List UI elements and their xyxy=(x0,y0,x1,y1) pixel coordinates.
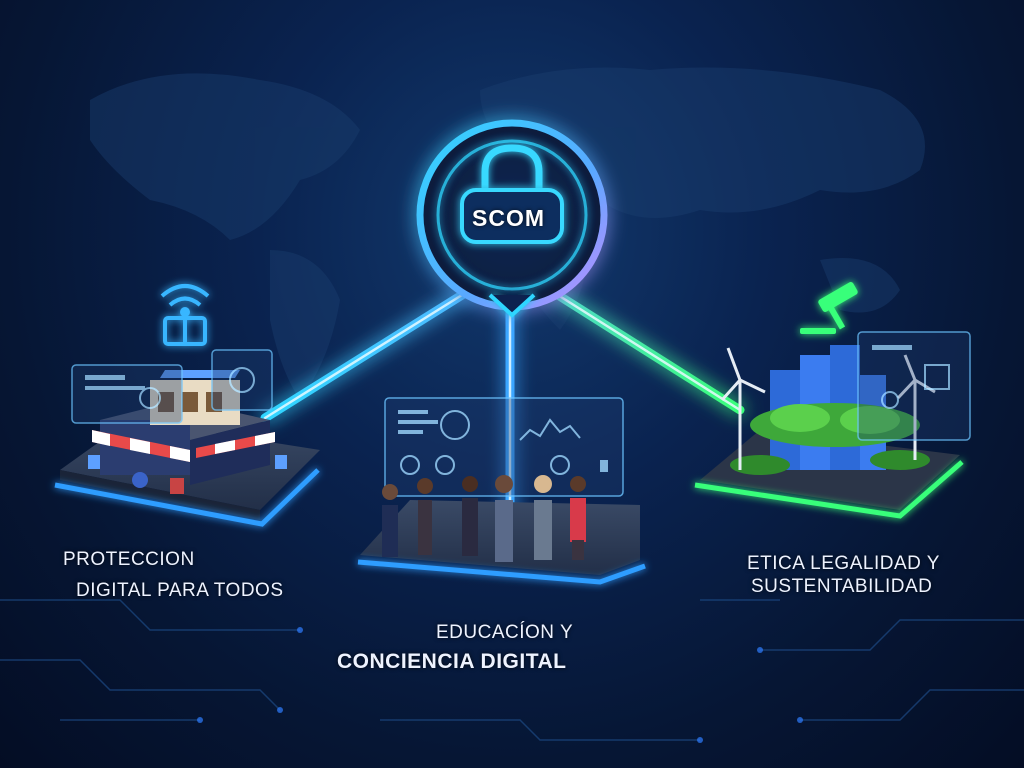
infographic-scene: SCOM PROTECCION DIGITAL PARA TODOS EDUCA… xyxy=(0,0,1024,768)
circuit-nodes xyxy=(197,627,803,743)
scom-emblem-text: SCOM xyxy=(472,205,545,231)
pillar-education-line2: CONCIENCIA DIGITAL xyxy=(337,650,567,673)
pillar-education-line1: EDUCACÍON Y xyxy=(436,622,574,643)
pillar-ethics-line2: SUSTENTABILIDAD xyxy=(751,576,933,597)
pillar-protection-line1: PROTECCION xyxy=(63,549,195,570)
pillar-ethics-line1: ETICA LEGALIDAD Y xyxy=(747,553,940,574)
wifi-lock-icon xyxy=(160,284,210,346)
right-hologram-panels xyxy=(857,331,971,441)
pillar-protection-line2: DIGITAL PARA TODOS xyxy=(76,580,284,601)
left-hologram-panels xyxy=(71,349,273,424)
